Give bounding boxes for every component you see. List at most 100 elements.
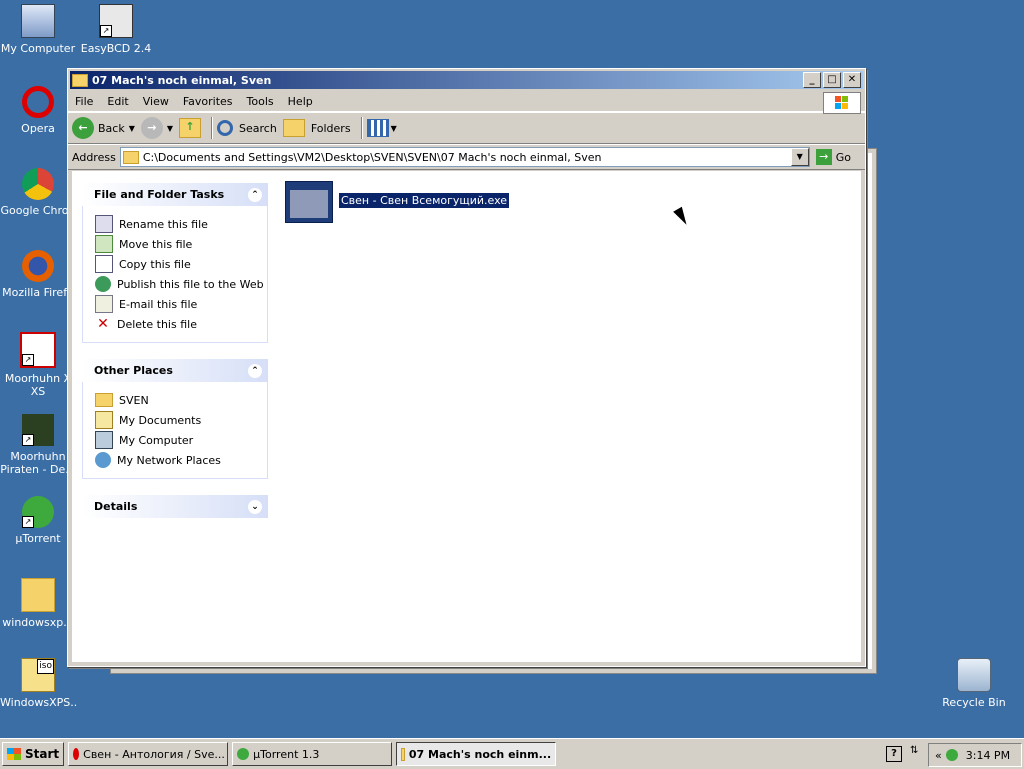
title-bar[interactable]: 07 Mach's noch einmal, Sven _ □ ✕ [70, 71, 863, 89]
desktop-icon-windowsxp-folder[interactable]: windowsxp... [0, 578, 76, 629]
windows-logo-icon [823, 92, 861, 114]
up-folder-button[interactable]: ↑ [179, 118, 202, 138]
help-icon[interactable]: ? [886, 746, 902, 762]
start-button[interactable]: Start [2, 742, 65, 766]
move-icon [95, 235, 113, 253]
opera-icon [22, 86, 54, 118]
desktop-icon-opera[interactable]: Opera [0, 86, 76, 135]
task-email[interactable]: E-mail this file [95, 294, 267, 314]
desktop-icon-moorhuhn-x[interactable]: ↗ Moorhuhn X XS [0, 332, 76, 398]
menu-edit[interactable]: Edit [100, 95, 135, 108]
desktop-icon-my-computer[interactable]: My Computer [0, 4, 76, 55]
show-hidden-icons-button[interactable]: « [935, 749, 942, 762]
task-rename[interactable]: Rename this file [95, 214, 267, 234]
collapse-icon[interactable]: ⌃ [248, 363, 262, 378]
panel-title: Other Places [94, 364, 173, 377]
forward-button[interactable]: → ▼ [140, 117, 173, 139]
firefox-icon [22, 250, 54, 282]
icon-label: Google Chron [0, 204, 76, 217]
go-label: Go [835, 150, 851, 164]
place-network[interactable]: My Network Places [95, 450, 267, 470]
search-icon [217, 120, 234, 136]
task-label: 07 Mach's noch einm... [408, 747, 552, 761]
utorrent-icon: ↗ [22, 496, 54, 528]
file-tasks-header[interactable]: File and Folder Tasks ⌃ [82, 183, 268, 206]
close-button[interactable]: ✕ [843, 72, 861, 88]
icon-label: WindowsXPS... [0, 696, 76, 709]
collapse-icon[interactable]: ⌃ [248, 187, 262, 202]
place-label: My Computer [119, 433, 194, 447]
go-button[interactable]: → Go [815, 149, 851, 165]
desktop-icon-utorrent[interactable]: ↗ µTorrent [0, 496, 76, 545]
details-header[interactable]: Details ⌄ [82, 495, 268, 518]
task-label: Rename this file [119, 217, 208, 231]
window-title: 07 Mach's noch einmal, Sven [92, 73, 272, 87]
desktop-icon-recycle-bin[interactable]: Recycle Bin [936, 658, 1012, 709]
address-input[interactable]: C:\Documents and Settings\VM2\Desktop\SV… [119, 147, 810, 167]
copy-icon [95, 255, 113, 273]
folder-content[interactable]: File and Folder Tasks ⌃ Rename this file… [72, 171, 861, 662]
file-item[interactable]: Свен - Свен Всемогущий.exe [285, 181, 510, 223]
views-button[interactable]: ▼ [366, 119, 397, 137]
address-dropdown-button[interactable]: ▼ [790, 148, 809, 166]
minimize-button[interactable]: _ [803, 72, 821, 88]
task-label: Publish this file to the Web [117, 277, 264, 291]
recycle-bin-icon [957, 658, 991, 692]
restore-icon[interactable]: ⇅ [910, 745, 918, 756]
menu-tools[interactable]: Tools [240, 95, 281, 108]
desktop-icon-windowsxps[interactable]: iso WindowsXPS... [0, 658, 76, 709]
task-delete[interactable]: ✕ Delete this file [95, 314, 267, 334]
taskbar-task-opera[interactable]: Свен - Антология / Sve... [68, 742, 229, 766]
network-icon [95, 452, 111, 468]
moorhuhn-icon: ↗ [20, 332, 56, 368]
task-copy[interactable]: Copy this file [95, 254, 267, 274]
menu-view[interactable]: View [136, 95, 176, 108]
back-label: Back [98, 121, 125, 135]
desktop-icon-easybcd[interactable]: ↗ EasyBCD 2.4 [78, 4, 154, 55]
place-sven[interactable]: SVEN [95, 390, 267, 410]
icon-label: Opera [21, 122, 55, 135]
place-label: SVEN [119, 393, 149, 407]
icon-label: Recycle Bin [942, 696, 1006, 709]
clock[interactable]: 3:14 PM [966, 749, 1010, 762]
folders-button[interactable]: Folders [282, 119, 351, 137]
desktop-icon-firefox[interactable]: Mozilla Firefo [0, 250, 76, 299]
delete-x-icon: ✕ [97, 316, 109, 332]
utorrent-tray-icon[interactable] [945, 749, 958, 761]
toolbar: ← Back ▼ → ▼ ↑ Search Folders ▼ [68, 112, 865, 144]
place-label: My Documents [119, 413, 202, 427]
desktop-icon-chrome[interactable]: Google Chron [0, 168, 76, 217]
maximize-button[interactable]: □ [823, 72, 841, 88]
task-publish[interactable]: Publish this file to the Web [95, 274, 267, 294]
desktop-icon-moorhuhn-piraten[interactable]: ↗ Moorhuhn Piraten - De... [0, 414, 76, 476]
icon-label: EasyBCD 2.4 [80, 42, 152, 55]
chrome-icon [22, 168, 54, 200]
other-places-header[interactable]: Other Places ⌃ [82, 359, 268, 382]
back-button[interactable]: ← Back ▼ [72, 117, 135, 139]
task-label: E-mail this file [119, 297, 198, 311]
windows-flag-icon [7, 748, 21, 760]
email-icon [95, 295, 113, 313]
documents-icon [95, 411, 113, 429]
taskbar-task-explorer[interactable]: 07 Mach's noch einm... [396, 742, 557, 766]
place-label: My Network Places [117, 453, 221, 467]
menu-favorites[interactable]: Favorites [176, 95, 240, 108]
taskbar-task-utorrent[interactable]: µTorrent 1.3 [232, 742, 393, 766]
back-arrow-icon: ← [72, 117, 94, 139]
panel-title: File and Folder Tasks [94, 188, 225, 201]
computer-icon [21, 4, 55, 38]
search-label: Search [239, 121, 277, 135]
place-my-computer[interactable]: My Computer [95, 430, 267, 450]
task-move[interactable]: Move this file [95, 234, 267, 254]
task-label: Move this file [119, 237, 193, 251]
address-bar: Address C:\Documents and Settings\VM2\De… [68, 144, 865, 170]
menu-file[interactable]: File [68, 95, 100, 108]
folder-icon [21, 578, 55, 612]
expand-icon[interactable]: ⌄ [248, 499, 262, 514]
icon-label: Moorhuhn X XS [4, 372, 72, 398]
menu-help[interactable]: Help [281, 95, 320, 108]
place-my-documents[interactable]: My Documents [95, 410, 267, 430]
search-button[interactable]: Search [217, 120, 277, 136]
task-label: Copy this file [119, 257, 191, 271]
icon-label: My Computer [0, 42, 76, 55]
